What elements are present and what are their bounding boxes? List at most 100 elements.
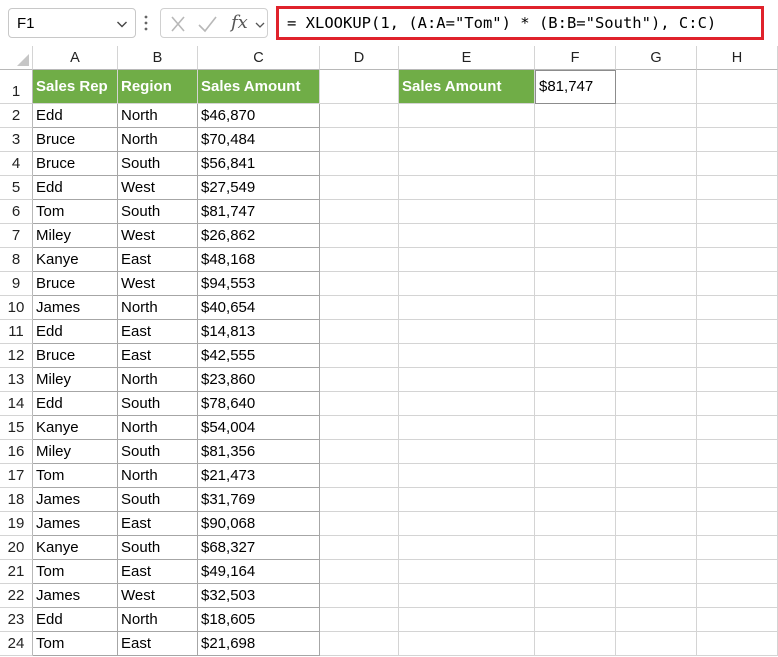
cell-e19[interactable] <box>399 512 535 536</box>
chevron-down-icon[interactable] <box>116 18 128 30</box>
cell-g22[interactable] <box>616 584 697 608</box>
cell-a12[interactable]: Bruce <box>33 344 118 368</box>
cell-f7[interactable] <box>535 224 616 248</box>
cell-a4[interactable]: Bruce <box>33 152 118 176</box>
cell-h20[interactable] <box>697 536 778 560</box>
cell-c9[interactable]: $94,553 <box>198 272 320 296</box>
row-header-20[interactable]: 20 <box>0 536 33 560</box>
cell-g18[interactable] <box>616 488 697 512</box>
cell-b19[interactable]: East <box>118 512 198 536</box>
cell-e22[interactable] <box>399 584 535 608</box>
cell-d4[interactable] <box>320 152 399 176</box>
cell-e2[interactable] <box>399 104 535 128</box>
cell-d18[interactable] <box>320 488 399 512</box>
cell-h3[interactable] <box>697 128 778 152</box>
cell-f3[interactable] <box>535 128 616 152</box>
cell-e3[interactable] <box>399 128 535 152</box>
cell-e7[interactable] <box>399 224 535 248</box>
cell-g24[interactable] <box>616 632 697 656</box>
cell-e20[interactable] <box>399 536 535 560</box>
row-header-14[interactable]: 14 <box>0 392 33 416</box>
cell-a9[interactable]: Bruce <box>33 272 118 296</box>
cell-d24[interactable] <box>320 632 399 656</box>
cell-a3[interactable]: Bruce <box>33 128 118 152</box>
cell-c1[interactable]: Sales Amount <box>198 70 320 104</box>
cell-c5[interactable]: $27,549 <box>198 176 320 200</box>
cell-h18[interactable] <box>697 488 778 512</box>
cell-g20[interactable] <box>616 536 697 560</box>
cell-c10[interactable]: $40,654 <box>198 296 320 320</box>
cell-g5[interactable] <box>616 176 697 200</box>
cell-c3[interactable]: $70,484 <box>198 128 320 152</box>
cell-f19[interactable] <box>535 512 616 536</box>
cell-e16[interactable] <box>399 440 535 464</box>
cell-a18[interactable]: James <box>33 488 118 512</box>
cell-h17[interactable] <box>697 464 778 488</box>
enter-check-icon[interactable] <box>197 15 217 33</box>
cell-c2[interactable]: $46,870 <box>198 104 320 128</box>
cell-f22[interactable] <box>535 584 616 608</box>
cell-b16[interactable]: South <box>118 440 198 464</box>
cell-g15[interactable] <box>616 416 697 440</box>
cell-h22[interactable] <box>697 584 778 608</box>
row-header-12[interactable]: 12 <box>0 344 33 368</box>
cell-e11[interactable] <box>399 320 535 344</box>
cell-e17[interactable] <box>399 464 535 488</box>
column-header-b[interactable]: B <box>118 46 198 70</box>
cell-h21[interactable] <box>697 560 778 584</box>
cell-h15[interactable] <box>697 416 778 440</box>
cell-a15[interactable]: Kanye <box>33 416 118 440</box>
cell-b21[interactable]: East <box>118 560 198 584</box>
cell-d23[interactable] <box>320 608 399 632</box>
cell-f5[interactable] <box>535 176 616 200</box>
row-header-23[interactable]: 23 <box>0 608 33 632</box>
row-header-4[interactable]: 4 <box>0 152 33 176</box>
cell-d19[interactable] <box>320 512 399 536</box>
cell-f21[interactable] <box>535 560 616 584</box>
cell-b5[interactable]: West <box>118 176 198 200</box>
row-header-6[interactable]: 6 <box>0 200 33 224</box>
cell-d2[interactable] <box>320 104 399 128</box>
row-header-3[interactable]: 3 <box>0 128 33 152</box>
cell-g2[interactable] <box>616 104 697 128</box>
cell-e1[interactable]: Sales Amount <box>399 70 535 104</box>
cell-h8[interactable] <box>697 248 778 272</box>
row-header-11[interactable]: 11 <box>0 320 33 344</box>
chevron-down-icon[interactable] <box>255 20 265 30</box>
cell-d13[interactable] <box>320 368 399 392</box>
cell-a11[interactable]: Edd <box>33 320 118 344</box>
cell-g14[interactable] <box>616 392 697 416</box>
cell-a17[interactable]: Tom <box>33 464 118 488</box>
cell-e4[interactable] <box>399 152 535 176</box>
cancel-icon[interactable] <box>170 15 186 33</box>
cell-c24[interactable]: $21,698 <box>198 632 320 656</box>
row-header-19[interactable]: 19 <box>0 512 33 536</box>
row-header-24[interactable]: 24 <box>0 632 33 656</box>
row-header-17[interactable]: 17 <box>0 464 33 488</box>
cell-c23[interactable]: $18,605 <box>198 608 320 632</box>
cell-a16[interactable]: Miley <box>33 440 118 464</box>
cell-b18[interactable]: South <box>118 488 198 512</box>
cell-d5[interactable] <box>320 176 399 200</box>
cell-b17[interactable]: North <box>118 464 198 488</box>
cell-a1[interactable]: Sales Rep <box>33 70 118 104</box>
cell-h1[interactable] <box>697 70 778 104</box>
cell-g16[interactable] <box>616 440 697 464</box>
cell-b13[interactable]: North <box>118 368 198 392</box>
cell-g17[interactable] <box>616 464 697 488</box>
cell-c22[interactable]: $32,503 <box>198 584 320 608</box>
cell-b1[interactable]: Region <box>118 70 198 104</box>
cell-c15[interactable]: $54,004 <box>198 416 320 440</box>
cell-h12[interactable] <box>697 344 778 368</box>
cell-b3[interactable]: North <box>118 128 198 152</box>
cell-a20[interactable]: Kanye <box>33 536 118 560</box>
cell-e6[interactable] <box>399 200 535 224</box>
row-header-9[interactable]: 9 <box>0 272 33 296</box>
cell-h2[interactable] <box>697 104 778 128</box>
cell-c8[interactable]: $48,168 <box>198 248 320 272</box>
cell-f16[interactable] <box>535 440 616 464</box>
cell-h6[interactable] <box>697 200 778 224</box>
cell-e15[interactable] <box>399 416 535 440</box>
cell-c6[interactable]: $81,747 <box>198 200 320 224</box>
cell-a24[interactable]: Tom <box>33 632 118 656</box>
